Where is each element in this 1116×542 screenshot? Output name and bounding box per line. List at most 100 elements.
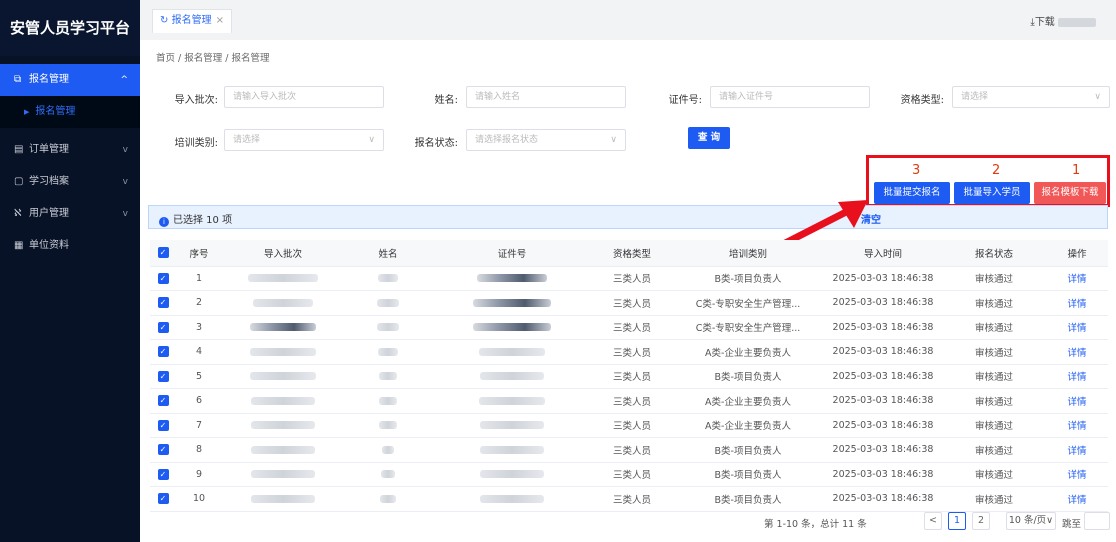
select-all-checkbox[interactable]: ✓ bbox=[150, 240, 176, 267]
row-checkbox[interactable]: ✓ bbox=[150, 364, 176, 389]
detail-link[interactable]: 详情 bbox=[1046, 462, 1108, 487]
detail-link[interactable]: 详情 bbox=[1046, 339, 1108, 365]
cell-name-redacted bbox=[344, 388, 432, 414]
cell-no: 9 bbox=[176, 462, 222, 487]
prev-page-button[interactable]: < bbox=[924, 512, 942, 530]
detail-link[interactable]: 详情 bbox=[1046, 413, 1108, 438]
template-download-button[interactable]: 报名模板下载 bbox=[1034, 182, 1106, 204]
col-header: 培训类别 bbox=[672, 240, 824, 267]
cell-name-redacted bbox=[344, 290, 432, 316]
cell-id-redacted bbox=[432, 413, 592, 438]
checkbox-checked-icon: ✓ bbox=[157, 444, 169, 456]
chevron-down-icon: ∨ bbox=[610, 135, 617, 145]
cell-id-redacted bbox=[432, 437, 592, 463]
info-icon: i bbox=[159, 217, 169, 227]
batch-input[interactable]: 请输入导入批次 bbox=[224, 86, 384, 108]
detail-link[interactable]: 详情 bbox=[1046, 437, 1108, 463]
table-header-row: ✓ 序号 导入批次 姓名 证件号 资格类型 培训类别 导入时间 报名状态 操作 bbox=[150, 240, 1108, 267]
cell-qual: 三类人员 bbox=[592, 388, 672, 414]
pagination: 第 1-10 条，总计 11 条 < 1 2 10 条/页∨ 跳至 bbox=[140, 510, 1116, 534]
row-checkbox[interactable]: ✓ bbox=[150, 266, 176, 291]
row-checkbox[interactable]: ✓ bbox=[150, 315, 176, 340]
sidebar-item-unit[interactable]: ▦ 单位资料 bbox=[0, 230, 140, 262]
detail-link[interactable]: 详情 bbox=[1046, 388, 1108, 414]
checkbox-checked-icon: ✓ bbox=[157, 370, 169, 382]
cell-batch-redacted bbox=[222, 413, 344, 438]
cell-batch-redacted bbox=[222, 388, 344, 414]
cell-qual: 三类人员 bbox=[592, 266, 672, 291]
user-icon: ℵ bbox=[14, 208, 22, 219]
tab-signup[interactable]: ↻ 报名管理 × bbox=[152, 9, 232, 33]
table-row: ✓ 6 三类人员 A类-企业主要负责人 2025-03-03 18:46:38 审核通过详… bbox=[150, 388, 1108, 414]
row-checkbox[interactable]: ✓ bbox=[150, 437, 176, 463]
checkbox-checked-icon: ✓ bbox=[157, 468, 169, 480]
sidebar-item-archive[interactable]: ▢ 学习档案 v bbox=[0, 166, 140, 198]
cell-batch-redacted bbox=[222, 290, 344, 316]
row-checkbox[interactable]: ✓ bbox=[150, 290, 176, 316]
page-1-button[interactable]: 1 bbox=[948, 512, 966, 530]
cell-status: 审核通过 bbox=[942, 388, 1046, 414]
row-checkbox[interactable]: ✓ bbox=[150, 486, 176, 512]
jump-input[interactable] bbox=[1084, 512, 1110, 530]
cell-batch-redacted bbox=[222, 266, 344, 291]
cell-name-redacted bbox=[344, 315, 432, 340]
table-row: ✓ 4 三类人员 A类-企业主要负责人 2025-03-03 18:46:38 审核通过详… bbox=[150, 339, 1108, 365]
detail-link[interactable]: 详情 bbox=[1046, 315, 1108, 340]
chevron-up-icon: ^ bbox=[120, 75, 128, 85]
sidebar: 安管人员学习平台 ⧉ 报名管理 ^ ▶ 报名管理 ▤ 订单管理 v ▢ 学习档案 v ℵ… bbox=[0, 0, 140, 542]
cell-id-redacted bbox=[432, 266, 592, 291]
cell-time: 2025-03-03 18:46:38 bbox=[824, 388, 942, 414]
qual-select[interactable]: 请选择 ∨ bbox=[952, 86, 1110, 108]
cell-qual: 三类人员 bbox=[592, 339, 672, 365]
table-row: ✓ 8 三类人员 B类-项目负责人 2025-03-03 18:46:38 审核通过 详情 bbox=[150, 437, 1108, 463]
row-checkbox[interactable]: ✓ bbox=[150, 339, 176, 365]
cell-batch-redacted bbox=[222, 315, 344, 340]
cell-time: 2025-03-03 18:46:38 bbox=[824, 266, 942, 291]
refresh-icon: ↻ bbox=[160, 15, 169, 26]
cell-id-redacted bbox=[432, 339, 592, 365]
close-icon[interactable]: × bbox=[216, 15, 224, 26]
checkbox-checked-icon: ✓ bbox=[157, 395, 169, 407]
chevron-down-icon: v bbox=[122, 145, 128, 155]
download-button[interactable]: ⤓下载 bbox=[1030, 13, 1096, 28]
cell-status: 审核通过 bbox=[942, 364, 1046, 389]
sidebar-subitem-signup[interactable]: ▶ 报名管理 bbox=[0, 96, 140, 128]
train-select[interactable]: 请选择 ∨ bbox=[224, 129, 384, 151]
annotation-number-1: 1 bbox=[1072, 163, 1081, 178]
page-size-select[interactable]: 10 条/页∨ bbox=[1006, 512, 1056, 530]
cell-no: 8 bbox=[176, 437, 222, 463]
page-2-button[interactable]: 2 bbox=[972, 512, 990, 530]
batch-import-button[interactable]: 批量导入学员 bbox=[954, 182, 1030, 204]
cell-qual: 三类人员 bbox=[592, 413, 672, 438]
cell-train: B类-项目负责人 bbox=[672, 486, 824, 512]
cell-id-redacted bbox=[432, 315, 592, 340]
name-input[interactable]: 请输入姓名 bbox=[466, 86, 626, 108]
cell-time: 2025-03-03 18:46:38 bbox=[824, 486, 942, 512]
query-button[interactable]: 查 询 bbox=[688, 127, 730, 149]
id-input[interactable]: 请输入证件号 bbox=[710, 86, 870, 108]
checkbox-checked-icon: ✓ bbox=[157, 272, 169, 284]
sidebar-item-orders[interactable]: ▤ 订单管理 v bbox=[0, 134, 140, 166]
order-icon: ▤ bbox=[14, 144, 24, 155]
row-checkbox[interactable]: ✓ bbox=[150, 388, 176, 414]
detail-link[interactable]: 详情 bbox=[1046, 266, 1108, 291]
row-checkbox[interactable]: ✓ bbox=[150, 462, 176, 487]
sidebar-item-users[interactable]: ℵ 用户管理 v bbox=[0, 198, 140, 230]
chevron-down-icon: ∨ bbox=[368, 135, 375, 145]
status-select[interactable]: 请选择报名状态 ∨ bbox=[466, 129, 626, 151]
detail-link[interactable]: 详情 bbox=[1046, 486, 1108, 512]
cell-name-redacted bbox=[344, 486, 432, 512]
cell-name-redacted bbox=[344, 462, 432, 487]
selection-info: i 已选择 10 项 bbox=[159, 211, 232, 227]
detail-link[interactable]: 详情 bbox=[1046, 290, 1108, 316]
tab-bar: ↻ 报名管理 × ⤓下载 bbox=[140, 0, 1116, 40]
archive-icon: ▢ bbox=[14, 176, 24, 187]
row-checkbox[interactable]: ✓ bbox=[150, 413, 176, 438]
detail-link[interactable]: 详情 bbox=[1046, 364, 1108, 389]
batch-submit-button[interactable]: 批量提交报名 bbox=[874, 182, 950, 204]
cell-batch-redacted bbox=[222, 486, 344, 512]
sidebar-item-signup[interactable]: ⧉ 报名管理 ^ bbox=[0, 64, 140, 96]
batch-label: 导入批次: bbox=[174, 95, 218, 106]
col-header: 报名状态 bbox=[942, 240, 1046, 267]
cell-status: 审核通过 bbox=[942, 486, 1046, 512]
